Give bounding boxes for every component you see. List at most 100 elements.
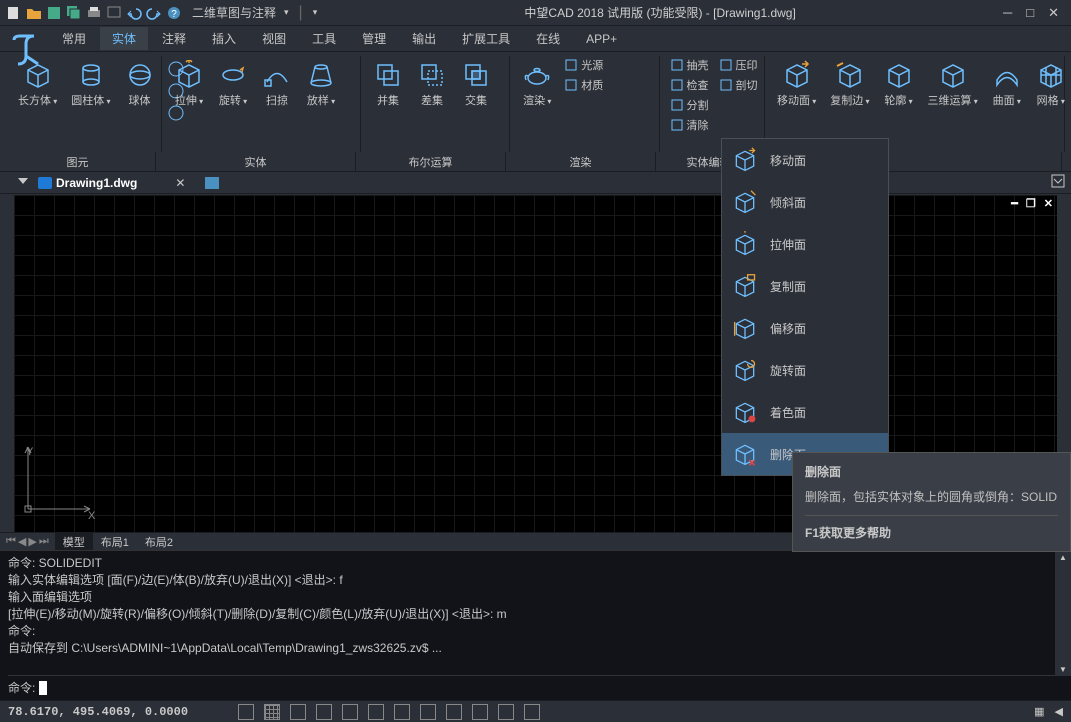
ribbon-btn-surface[interactable]: 曲面: [986, 56, 1028, 112]
ribbon-tab-3[interactable]: 插入: [200, 27, 248, 50]
ribbon-tab-9[interactable]: 在线: [524, 27, 572, 50]
ribbon-small-sl[interactable]: 剖切: [715, 76, 762, 94]
lwt-toggle[interactable]: [394, 704, 410, 720]
command-input-row[interactable]: 命令:: [8, 675, 1063, 696]
dropdown-item-copyface[interactable]: 复制面: [722, 265, 888, 307]
ribbon-btn-profile[interactable]: 轮廓: [878, 56, 920, 112]
layout-tab-2[interactable]: 布局2: [137, 533, 181, 551]
status-config-icon[interactable]: ▦: [1034, 705, 1044, 718]
command-scrollbar[interactable]: ▲▼: [1055, 551, 1071, 676]
ribbon-group-label: 渲染: [506, 152, 656, 171]
ribbon-btn-3dop[interactable]: 三维运算: [922, 56, 984, 112]
ribbon-btn-union[interactable]: 并集: [367, 56, 409, 112]
ribbon-btn-mesh[interactable]: 网格: [1030, 56, 1071, 112]
dropdown-item-label: 偏移面: [770, 320, 806, 337]
dyn-toggle[interactable]: [420, 704, 436, 720]
dropdown-item-extrudeface[interactable]: 拉伸面: [722, 223, 888, 265]
window-controls: ─ □ ✕: [1003, 5, 1065, 21]
ribbon-btn-sweep[interactable]: 扫掠: [256, 56, 298, 112]
viewport-close[interactable]: ✕: [1044, 197, 1053, 210]
ribbon-small-sun[interactable]: 光源: [560, 56, 607, 74]
ribbon-tab-1[interactable]: 实体: [100, 27, 148, 50]
ribbon-btn-cylinder[interactable]: 圆柱体: [65, 56, 116, 112]
ribbon-tab-8[interactable]: 扩展工具: [450, 27, 522, 50]
osnap-toggle[interactable]: [342, 704, 358, 720]
minimize-button[interactable]: ─: [1003, 5, 1012, 21]
ribbon-small-chk[interactable]: 检查: [666, 76, 713, 94]
new-tab-button[interactable]: [205, 177, 219, 189]
ribbon-group-labels: 图元实体布尔运算渲染实体编辑: [0, 152, 1071, 172]
ribbon-group-label: 图元: [0, 152, 156, 171]
ribbon-btn-loft[interactable]: 放样: [300, 56, 342, 112]
ribbon-tab-5[interactable]: 工具: [300, 27, 348, 50]
qat-saveall-icon[interactable]: [66, 5, 82, 21]
snap-toggle[interactable]: [238, 704, 254, 720]
ribbon-btn-intersect[interactable]: 交集: [455, 56, 497, 112]
ribbon-tab-4[interactable]: 视图: [250, 27, 298, 50]
nav-next-icon[interactable]: ▶: [28, 535, 36, 548]
tooltip-title: 删除面: [805, 463, 1058, 480]
ribbon-tab-2[interactable]: 注释: [150, 27, 198, 50]
workspace-selector[interactable]: 二维草图与注释: [192, 4, 276, 21]
close-button[interactable]: ✕: [1048, 5, 1059, 21]
ribbon-tab-0[interactable]: 常用: [50, 27, 98, 50]
coordinates[interactable]: 78.6170, 495.4069, 0.0000: [8, 705, 188, 719]
dropdown-item-colorface[interactable]: 着色面: [722, 391, 888, 433]
ribbon-btn-extrude[interactable]: 拉伸: [168, 56, 210, 112]
app-logo-icon[interactable]: [8, 30, 46, 68]
qat-new-icon[interactable]: [6, 5, 22, 21]
ribbon-btn-revolve[interactable]: 旋转: [212, 56, 254, 112]
ribbon-btn-sphere[interactable]: 球体: [119, 56, 161, 112]
qat-redo-icon[interactable]: [146, 5, 162, 21]
ribbon-small-sp[interactable]: 分割: [666, 96, 713, 114]
copyface-icon: [732, 273, 758, 299]
model-toggle[interactable]: [446, 704, 462, 720]
qat-open-icon[interactable]: [26, 5, 42, 21]
ribbon-tab-6[interactable]: 管理: [350, 27, 398, 50]
ribbon-tab-10[interactable]: APP+: [574, 29, 629, 49]
extra-toggle-2[interactable]: [524, 704, 540, 720]
loft-icon: [306, 60, 336, 90]
viewport-restore[interactable]: ❐: [1026, 197, 1036, 210]
ribbon-btn-moveface[interactable]: 移动面: [771, 56, 822, 112]
ribbon-btn-subtract[interactable]: 差集: [411, 56, 453, 112]
ribbon-small-im[interactable]: 压印: [715, 56, 762, 74]
dropdown-item-taperface[interactable]: 倾斜面: [722, 181, 888, 223]
document-tab[interactable]: Drawing1.dwg: [30, 174, 145, 192]
dropdown-item-moveface[interactable]: 移动面: [722, 139, 888, 181]
qat-undo-icon[interactable]: [126, 5, 142, 21]
close-tab-button[interactable]: ✕: [175, 176, 185, 190]
viewport-minimize[interactable]: ━: [1011, 197, 1018, 210]
nav-prev-icon[interactable]: ◀: [18, 535, 26, 548]
qat-preview-icon[interactable]: [106, 5, 122, 21]
qat-print-icon[interactable]: [86, 5, 102, 21]
extra-toggle-1[interactable]: [498, 704, 514, 720]
ribbon-small-label: 材质: [581, 77, 603, 93]
cycle-toggle[interactable]: [472, 704, 488, 720]
command-window[interactable]: 命令: SOLIDEDIT输入实体编辑选项 [面(F)/边(E)/体(B)/放弃…: [0, 550, 1071, 700]
polar-toggle[interactable]: [316, 704, 332, 720]
layout-tab-0[interactable]: 模型: [55, 533, 93, 551]
ribbon-btn-label: 差集: [421, 92, 443, 108]
ribbon-tab-7[interactable]: 输出: [400, 27, 448, 50]
dropdown-item-offsetface[interactable]: 偏移面: [722, 307, 888, 349]
nav-first-icon[interactable]: ⏮: [6, 535, 16, 548]
ribbon-btn-copyedge[interactable]: 复制边: [824, 56, 875, 112]
ortho-toggle[interactable]: [290, 704, 306, 720]
otrack-toggle[interactable]: [368, 704, 384, 720]
dropdown-item-rotateface[interactable]: 旋转面: [722, 349, 888, 391]
grid-toggle[interactable]: [264, 704, 280, 720]
layout-tab-1[interactable]: 布局1: [93, 533, 137, 551]
svg-text:?: ?: [171, 9, 177, 20]
copyedge-icon: [835, 60, 865, 90]
tab-overflow-icon[interactable]: [1051, 174, 1065, 188]
status-tray-icon[interactable]: ◀: [1055, 705, 1063, 718]
nav-last-icon[interactable]: ⏭: [39, 535, 49, 548]
ribbon-btn-teapot[interactable]: 渲染: [516, 56, 558, 112]
maximize-button[interactable]: □: [1026, 5, 1034, 21]
qat-help-icon[interactable]: ?: [166, 5, 182, 21]
ribbon-small-cl[interactable]: 清除: [666, 116, 713, 134]
ribbon-small-ball[interactable]: 材质: [560, 76, 607, 94]
qat-save-icon[interactable]: [46, 5, 62, 21]
ribbon-small-sh1[interactable]: 抽壳: [666, 56, 713, 74]
